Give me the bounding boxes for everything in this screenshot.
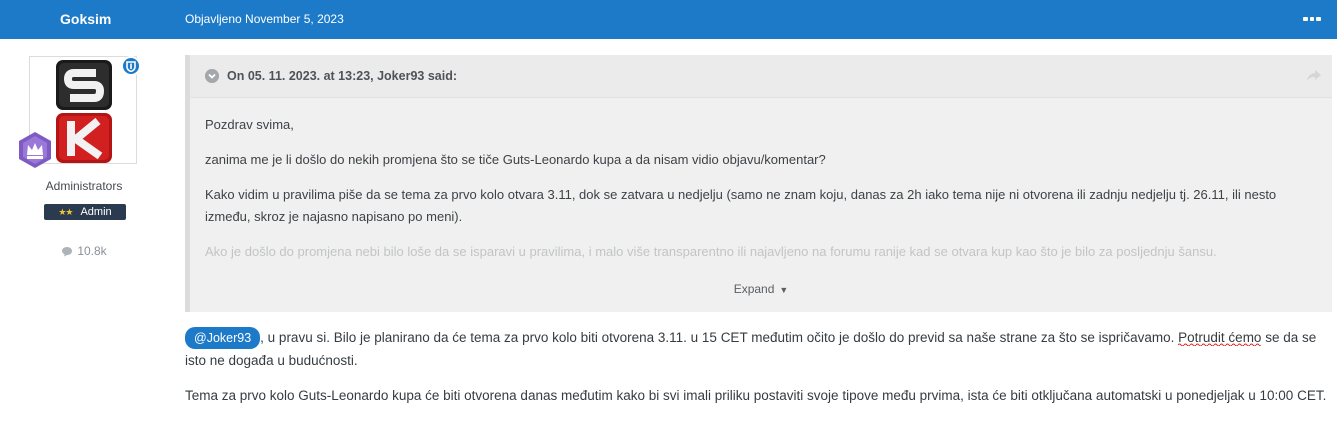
- reply-paragraph: Tema za prvo kolo Guts-Leonardo kupa će …: [185, 388, 1327, 403]
- quote-paragraph: zanima me je li došlo do nekih promjena …: [205, 152, 826, 167]
- post-count-value: 10.8k: [77, 244, 107, 258]
- quote-paragraph-faded: Ako je došlo do promjena nebi bilo loše …: [205, 244, 1217, 259]
- user-group: Administrators: [45, 179, 123, 193]
- reply-text: , u pravu si. Bilo je planirano da će te…: [260, 330, 1179, 345]
- quote-citation[interactable]: On 05. 11. 2023. at 13:23, Joker93 said:: [227, 69, 457, 83]
- expand-label: Expand: [733, 282, 775, 296]
- post-count: 10.8k: [0, 244, 168, 258]
- more-icon[interactable]: [1303, 13, 1322, 25]
- quote-paragraph: Kako vidim u pravilima piše da se tema z…: [205, 187, 1277, 224]
- badge-label: Admin: [80, 206, 112, 218]
- reply-paragraph: @Joker93, u pravu si. Bilo je planirano …: [185, 326, 1330, 372]
- chevron-down-icon[interactable]: [205, 69, 219, 83]
- posted-date[interactable]: Objavljeno November 5, 2023: [185, 12, 344, 26]
- badge-stars: ★★: [58, 206, 73, 217]
- quote-body: Pozdrav svima, zanima me je li došlo do …: [205, 114, 1320, 276]
- avatar-image: [56, 59, 112, 163]
- admin-badge: ★★ Admin: [44, 204, 126, 220]
- quote-block: On 05. 11. 2023. at 13:23, Joker93 said:…: [185, 55, 1332, 312]
- post-content: @Joker93, u pravu si. Bilo je planirano …: [185, 326, 1330, 419]
- spellcheck-underlined-text: Potrudit ćemo: [1178, 330, 1262, 346]
- quote-header[interactable]: On 05. 11. 2023. at 13:23, Joker93 said:: [190, 55, 1332, 98]
- author-name-link[interactable]: Goksim: [60, 11, 111, 27]
- expand-button[interactable]: Expand ▼: [190, 282, 1332, 296]
- quote-paragraph: Pozdrav svima,: [205, 117, 294, 132]
- post-header-bar: Goksim Objavljeno November 5, 2023: [0, 0, 1337, 39]
- caret-down-icon: ▼: [779, 285, 789, 295]
- share-icon[interactable]: [1306, 69, 1322, 83]
- comment-icon: [62, 246, 73, 256]
- shield-icon: [121, 56, 141, 76]
- rank-crown-icon[interactable]: [16, 131, 54, 169]
- mention-link[interactable]: @Joker93: [185, 327, 261, 349]
